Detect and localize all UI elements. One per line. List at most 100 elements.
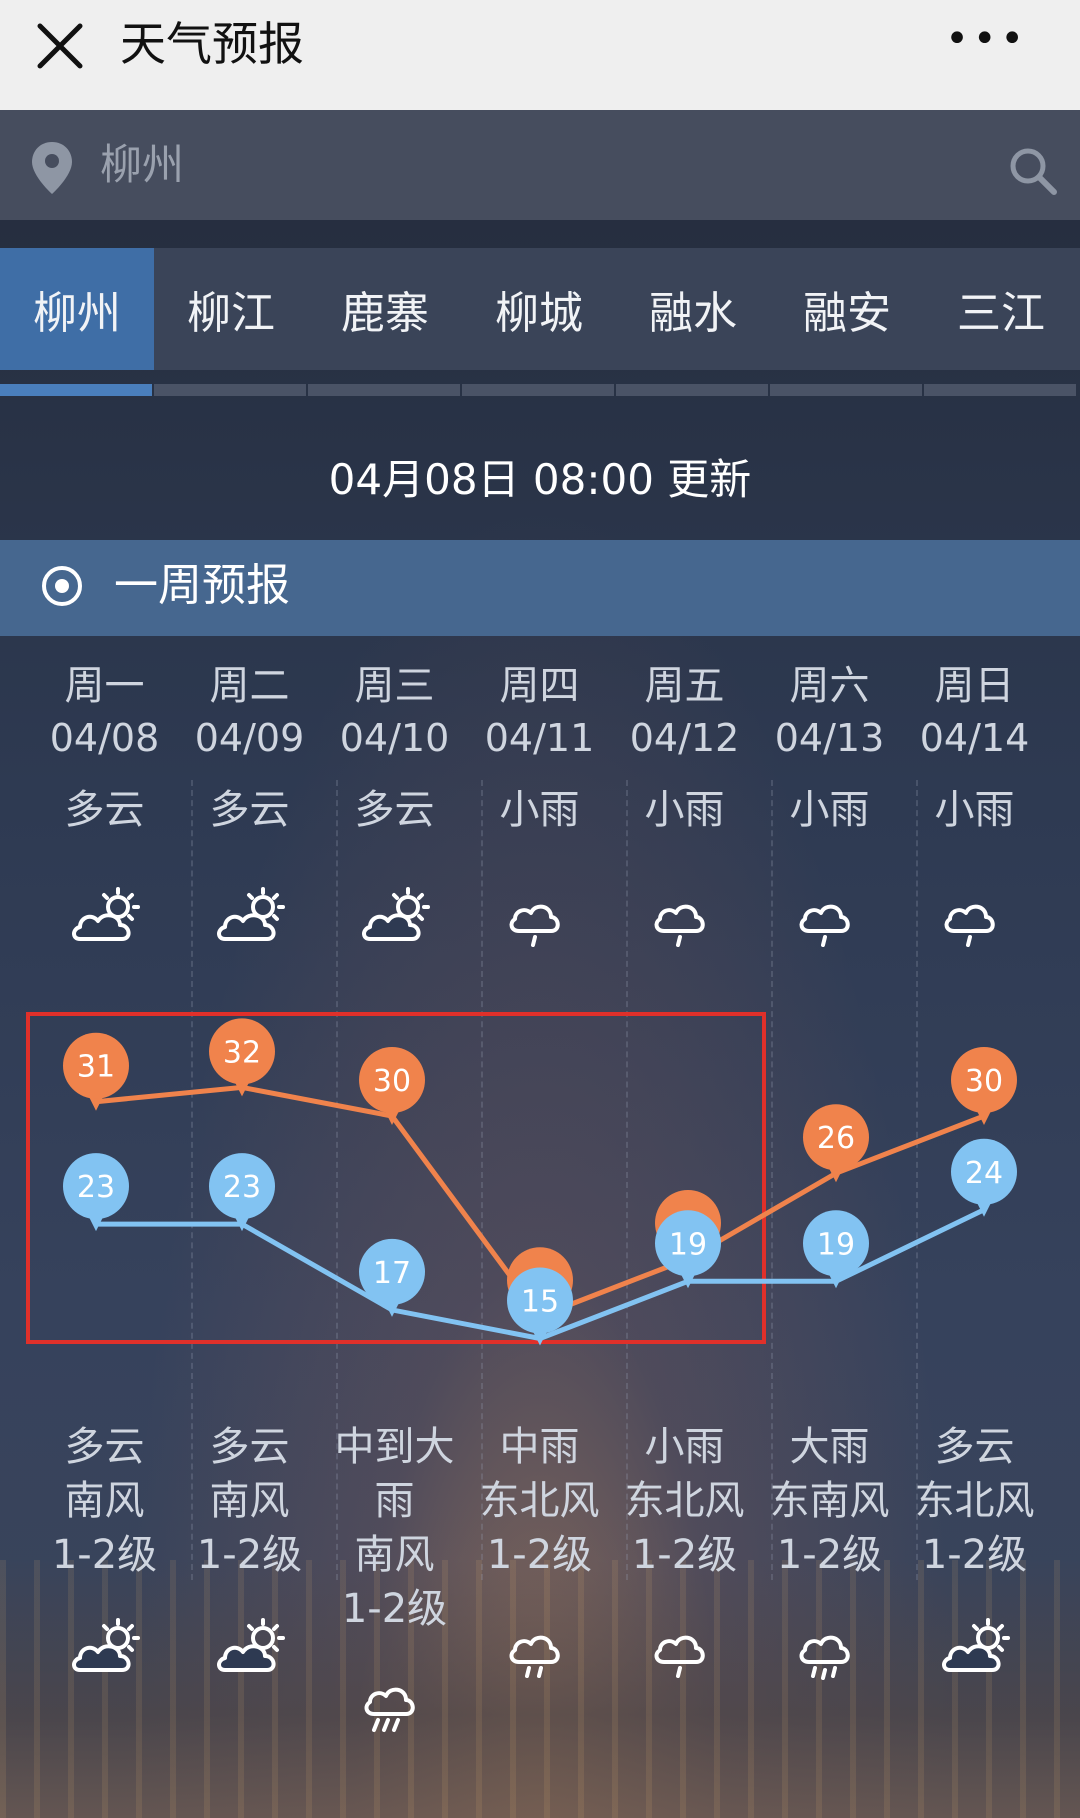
night-condition: 多云 — [64, 1424, 145, 1470]
date-label: 04/11 — [484, 716, 595, 760]
light-rain-icon — [799, 904, 850, 947]
high-temp-marker-label: 30 — [965, 1064, 1003, 1099]
low-temp-marker-label: 23 — [77, 1170, 115, 1205]
tab-underline — [154, 384, 306, 396]
low-temp-marker-label: 23 — [223, 1170, 261, 1205]
weekday-label: 周三 — [354, 663, 435, 709]
wind-level: 1-2级 — [921, 1532, 1028, 1578]
location-pin-icon — [32, 142, 72, 194]
low-temp-marker-label: 24 — [965, 1156, 1003, 1191]
heavy-rain-drops-icon — [799, 1635, 850, 1680]
night-forecast: 小雨东北风 1-2级 — [612, 1420, 757, 1582]
close-icon[interactable] — [34, 20, 86, 72]
high-temp-marker-label: 32 — [223, 1035, 261, 1070]
tab-0[interactable]: 柳州 — [0, 248, 154, 370]
night-forecast: 多云南风 1-2级 — [177, 1420, 322, 1582]
date-label: 04/09 — [194, 716, 305, 760]
light-rain-icon — [944, 904, 995, 947]
city-tabs: 柳州 柳江 鹿寨 柳城 融水 融安 三江 — [0, 248, 1080, 370]
page-title: 天气预报 — [120, 17, 304, 71]
tab-3[interactable]: 柳城 — [462, 248, 616, 370]
night-condition: 中到大 — [334, 1424, 455, 1470]
wind-direction: 东北风 — [479, 1478, 600, 1524]
partly-cloudy-icon — [942, 1618, 1010, 1672]
partly-cloudy-icon — [362, 887, 430, 941]
night-condition: 大雨 — [789, 1424, 870, 1470]
low-temp-marker-label: 19 — [669, 1227, 707, 1262]
partly-cloudy-icon — [217, 1618, 285, 1672]
update-time: 04月08日 08:00 更新 — [328, 455, 752, 504]
wind-level: 1-2级 — [776, 1532, 883, 1578]
date-label: 04/12 — [629, 716, 740, 760]
wind-direction: 南风 — [209, 1478, 290, 1524]
day-condition: 小雨 — [789, 787, 870, 833]
wind-level: 1-2级 — [631, 1532, 738, 1578]
tab-underline — [616, 384, 768, 396]
day-column: 周五 04/12 小雨 — [612, 660, 757, 947]
night-condition: 多云 — [209, 1424, 290, 1470]
light-rain-icon — [509, 904, 560, 947]
day-condition: 小雨 — [499, 787, 580, 833]
tab-underline — [924, 384, 1076, 396]
tab-6[interactable]: 三江 — [924, 248, 1078, 370]
weekday-label: 周二 — [209, 663, 290, 709]
low-temp-marker-label: 17 — [373, 1256, 411, 1291]
night-condition: 雨 — [374, 1478, 415, 1524]
day-condition: 多云 — [209, 787, 290, 833]
day-condition: 小雨 — [644, 787, 725, 833]
day-condition: 小雨 — [934, 787, 1015, 833]
tab-underline — [308, 384, 460, 396]
high-temp-marker-label: 26 — [817, 1121, 855, 1156]
night-forecast: 中到大雨南风 1-2级 — [322, 1420, 467, 1636]
day-condition: 多云 — [64, 787, 145, 833]
day-column: 周四 04/11 小雨 — [467, 660, 612, 947]
light-rain-icon — [654, 904, 705, 947]
high-temp-marker-label: 30 — [373, 1064, 411, 1099]
weekday-label: 周四 — [499, 663, 580, 709]
night-condition: 多云 — [934, 1424, 1015, 1470]
weekday-label: 周日 — [934, 663, 1015, 709]
moderate-rain-icon — [509, 1635, 560, 1678]
day-column: 周六 04/13 小雨 — [757, 660, 902, 947]
date-label: 04/10 — [339, 716, 450, 760]
weekday-label: 周五 — [644, 663, 725, 709]
date-label: 04/14 — [919, 716, 1030, 760]
wind-level: 1-2级 — [196, 1532, 303, 1578]
section-title: 一周预报 — [114, 560, 290, 611]
weekday-label: 周六 — [789, 663, 870, 709]
partly-cloudy-icon — [217, 887, 285, 941]
light-rain-icon — [654, 1635, 705, 1678]
high-temp-marker-label: 31 — [77, 1050, 115, 1085]
night-condition: 小雨 — [644, 1424, 725, 1470]
tab-underline — [770, 384, 922, 396]
search-icon[interactable] — [1008, 146, 1058, 196]
wind-direction: 东北风 — [624, 1478, 745, 1524]
day-condition: 多云 — [354, 787, 435, 833]
day-column: 周三 04/10 多云 — [322, 660, 467, 941]
night-forecast: 中雨东北风 1-2级 — [467, 1420, 612, 1582]
city-night-background — [0, 1560, 1080, 1818]
tab-4[interactable]: 融水 — [616, 248, 770, 370]
day-column: 周日 04/14 小雨 — [902, 660, 1047, 947]
weekly-forecast-header[interactable]: 一周预报 — [0, 540, 1080, 636]
wind-direction: 东北风 — [914, 1478, 1035, 1524]
tab-underline — [0, 384, 152, 396]
weekday-label: 周一 — [64, 663, 145, 709]
search-bar[interactable]: 柳州 — [0, 110, 1080, 220]
partly-cloudy-icon — [72, 1618, 140, 1672]
tab-2[interactable]: 鹿寨 — [308, 248, 462, 370]
tab-indicator — [0, 384, 1080, 396]
low-temp-marker-label: 15 — [521, 1285, 559, 1320]
title-bar: 天气预报 ••• — [0, 0, 1080, 110]
more-dots-icon[interactable]: ••• — [945, 19, 1028, 59]
wind-direction: 东南风 — [769, 1478, 890, 1524]
day-column: 周二 04/09 多云 — [177, 660, 322, 941]
heavy-rain-icon — [364, 1687, 415, 1732]
radio-icon[interactable] — [42, 566, 82, 606]
wind-level: 1-2级 — [486, 1532, 593, 1578]
search-input[interactable]: 柳州 — [100, 140, 184, 190]
wind-direction: 南风 — [64, 1478, 145, 1524]
tab-5[interactable]: 融安 — [770, 248, 924, 370]
tab-1[interactable]: 柳江 — [154, 248, 308, 370]
night-condition: 中雨 — [499, 1424, 580, 1470]
